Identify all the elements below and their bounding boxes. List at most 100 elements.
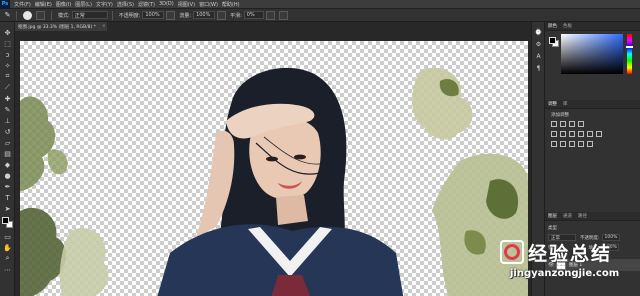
pressure-size-icon[interactable] (278, 10, 288, 20)
hue-slider-handle[interactable] (626, 46, 633, 48)
tab-color[interactable]: 颜色 (548, 23, 557, 29)
tab-layers[interactable]: 图层 (548, 213, 557, 219)
menu-layer[interactable]: 图层(L) (75, 1, 92, 8)
menu-window[interactable]: 窗口(W) (199, 1, 218, 8)
quick-select-icon[interactable]: ✧ (3, 61, 12, 70)
menu-bar: Ps 文件(F) 编辑(E) 图像(I) 图层(L) 文字(Y) 选择(S) 滤… (0, 0, 640, 9)
menu-filter[interactable]: 滤镜(T) (138, 1, 155, 8)
adjustments-panel-tabs: 调整 库 (545, 100, 640, 109)
foliage-left-light (59, 228, 109, 296)
color-field[interactable] (561, 34, 623, 74)
properties-panel-icon[interactable]: ⚙ (534, 40, 543, 49)
invert-icon[interactable] (551, 141, 557, 147)
gradient-map-icon[interactable] (578, 141, 584, 147)
smoothing-field[interactable]: 0% (243, 11, 264, 19)
canvas-area[interactable] (15, 31, 531, 296)
options-divider (111, 10, 113, 20)
stamp-icon[interactable]: ⊥ (3, 116, 12, 125)
curves-icon[interactable] (569, 121, 575, 127)
black-white-icon[interactable] (578, 131, 584, 137)
menu-view[interactable]: 视图(V) (178, 1, 195, 8)
paragraph-panel-icon[interactable]: ¶ (534, 64, 543, 73)
tab-channels[interactable]: 通道 (563, 213, 572, 219)
threshold-icon[interactable] (569, 141, 575, 147)
pressure-opacity-icon[interactable] (166, 10, 176, 20)
dodge-icon[interactable]: ● (3, 171, 12, 180)
tab-adjustments[interactable]: 调整 (548, 101, 557, 107)
levels-icon[interactable] (560, 121, 566, 127)
layer-filter-row: 类型 (548, 224, 557, 231)
options-bar: ✎ 模式: 正常 不透明度: 100% 流量: 100% 平滑: 0% (0, 9, 640, 22)
menu-type[interactable]: 文字(Y) (96, 1, 113, 8)
flow-label: 流量: (179, 12, 192, 19)
flow-field[interactable]: 100% (193, 11, 216, 19)
tab-swatches[interactable]: 色板 (563, 23, 572, 29)
add-adjustment-label: 添加调整 (551, 113, 569, 118)
channel-mixer-icon[interactable] (596, 131, 602, 137)
gradient-icon[interactable]: ▤ (3, 149, 12, 158)
menu-edit[interactable]: 编辑(E) (35, 1, 52, 8)
more-tools-icon[interactable]: ⋯ (3, 265, 12, 274)
vibrance-icon[interactable] (551, 131, 557, 137)
adjustments-panel: 调整 库 添加调整 (545, 100, 640, 160)
close-icon[interactable]: × (102, 24, 106, 29)
smoothing-settings-icon[interactable] (265, 10, 275, 20)
brush-tool-icon[interactable]: ✎ (3, 11, 12, 20)
exposure-icon[interactable] (578, 121, 584, 127)
watermark-url: jingyanzongjie.com (510, 268, 620, 279)
menu-3d[interactable]: 3D(D) (159, 1, 174, 7)
marquee-icon[interactable]: ⬚ (3, 39, 12, 48)
photoshop-logo: Ps (0, 0, 10, 9)
menu-help[interactable]: 帮助(H) (222, 1, 240, 8)
document-canvas[interactable] (20, 41, 528, 296)
brush-icon[interactable]: ✎ (3, 105, 12, 114)
healing-icon[interactable]: ✚ (3, 94, 12, 103)
watermark: 经验总结 jingyanzongjie.com (496, 238, 640, 296)
selective-color-icon[interactable] (587, 141, 593, 147)
foliage-left-upper (20, 96, 56, 191)
menu-file[interactable]: 文件(F) (14, 1, 31, 8)
menu-select[interactable]: 选择(S) (117, 1, 134, 8)
brightness-icon[interactable] (551, 121, 557, 127)
foreground-color-swatch[interactable] (549, 37, 556, 44)
history-brush-icon[interactable]: ↺ (3, 127, 12, 136)
hue-slider[interactable] (627, 34, 632, 74)
brush-preset-picker[interactable] (23, 10, 32, 20)
photo-filter-icon[interactable] (587, 131, 593, 137)
hue-saturation-icon[interactable] (560, 131, 566, 137)
eraser-icon[interactable]: ▱ (3, 138, 12, 147)
opacity-label: 不透明度: (118, 12, 141, 19)
lasso-icon[interactable]: ↄ (3, 50, 12, 59)
photo-cutout (20, 67, 528, 296)
path-select-icon[interactable]: ➤ (3, 204, 12, 213)
layers-panel-tabs: 图层 通道 路径 (545, 212, 640, 221)
mode-select[interactable]: 正常 (71, 11, 108, 19)
tools-panel: ✥ ⬚ ↄ ✧ ⌗ ⟋ ✚ ✎ ⊥ ↺ ▱ ▤ ◆ ● ✒ T ➤ ▭ ✋ ⌕ … (0, 22, 15, 296)
opacity-field[interactable]: 100% (142, 11, 165, 19)
options-divider (51, 10, 52, 20)
tab-libraries[interactable]: 库 (563, 101, 568, 107)
shape-icon[interactable]: ▭ (3, 232, 12, 241)
posterize-icon[interactable] (560, 141, 566, 147)
menu-image[interactable]: 图像(I) (56, 1, 71, 8)
eyedropper-icon[interactable]: ⟋ (3, 83, 12, 92)
color-panel: 颜色 色板 (545, 22, 640, 77)
document-tab[interactable]: 抠图.jpg @ 33.3% (图层 1, RGB/8) * × (15, 22, 107, 31)
airbrush-icon[interactable] (217, 10, 227, 20)
color-balance-icon[interactable] (569, 131, 575, 137)
crop-icon[interactable]: ⌗ (3, 72, 12, 81)
hand-icon[interactable]: ✋ (3, 243, 12, 252)
history-panel-icon[interactable]: ⌚ (534, 28, 543, 37)
pen-icon[interactable]: ✒ (3, 182, 12, 191)
type-icon[interactable]: T (3, 193, 12, 202)
foliage-right-upper (412, 67, 473, 140)
brush-settings-icon[interactable] (36, 10, 45, 20)
watermark-logo-icon (500, 240, 524, 264)
character-panel-icon[interactable]: A (534, 52, 543, 61)
foliage-left-spot (47, 149, 68, 175)
foreground-color-swatch[interactable] (2, 217, 9, 224)
tab-paths[interactable]: 路径 (578, 213, 587, 219)
zoom-icon[interactable]: ⌕ (3, 254, 12, 263)
move-icon[interactable]: ✥ (3, 28, 12, 37)
blur-icon[interactable]: ◆ (3, 160, 12, 169)
